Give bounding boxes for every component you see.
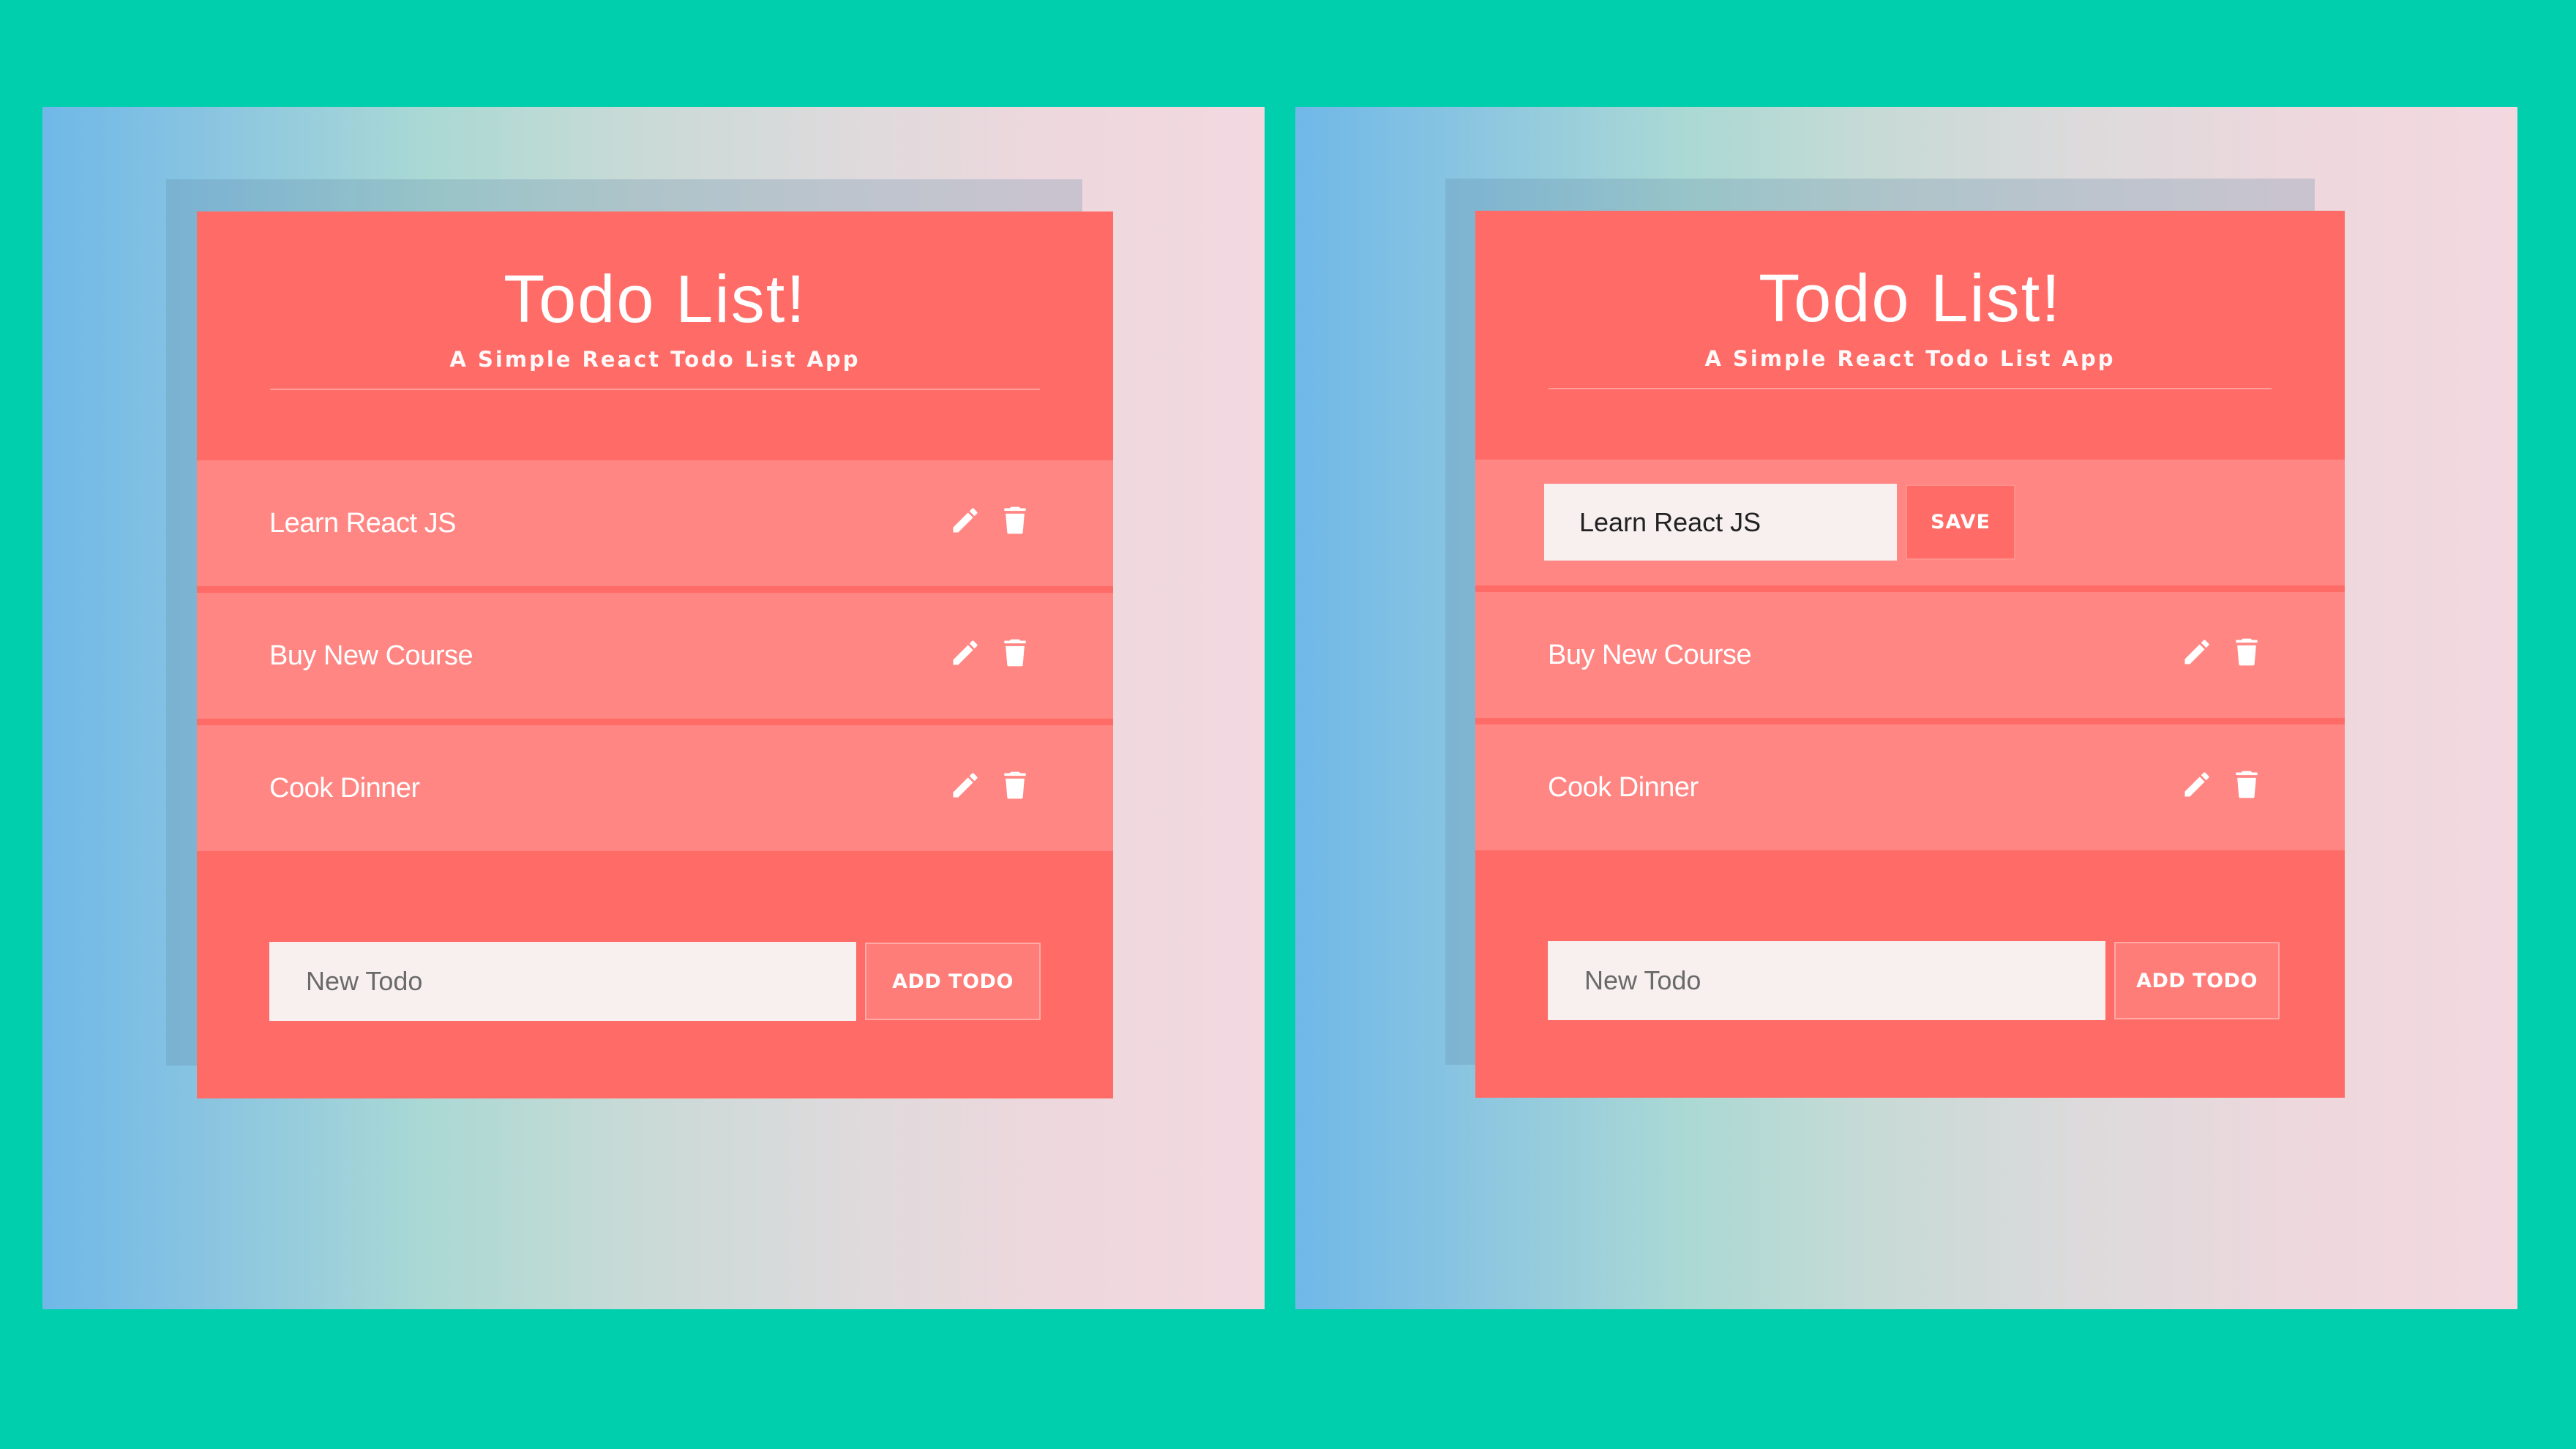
- pencil-icon[interactable]: [2181, 634, 2213, 670]
- pencil-icon[interactable]: [949, 635, 981, 670]
- page-title: Todo List!: [503, 262, 806, 337]
- pencil-icon[interactable]: [949, 768, 981, 803]
- todo-actions: [2181, 634, 2263, 670]
- new-todo-form: ADD TODO: [1548, 941, 2280, 1020]
- pencil-icon[interactable]: [949, 503, 981, 538]
- todo-item-editing: SAVE: [1475, 460, 2345, 585]
- todo-text: Cook Dinner: [1548, 771, 1699, 803]
- card-header: Todo List! A Simple React Todo List App: [1475, 211, 2345, 460]
- todo-item: Buy New Course: [1475, 592, 2345, 718]
- todo-actions: [949, 635, 1031, 670]
- todo-item: Cook Dinner: [1475, 724, 2345, 850]
- pencil-icon[interactable]: [2181, 767, 2213, 802]
- todo-item: Learn React JS: [197, 460, 1113, 586]
- todo-actions: [949, 503, 1031, 538]
- save-button[interactable]: SAVE: [1906, 484, 2015, 560]
- trash-icon[interactable]: [2231, 767, 2263, 802]
- trash-icon[interactable]: [2231, 634, 2263, 670]
- todo-text: Cook Dinner: [269, 772, 420, 804]
- screen-left: Todo List! A Simple React Todo List App …: [42, 107, 1265, 1309]
- header-divider: [270, 389, 1040, 390]
- new-todo-input[interactable]: [269, 942, 856, 1021]
- todo-item: Cook Dinner: [197, 725, 1113, 851]
- card-header: Todo List! A Simple React Todo List App: [197, 211, 1113, 460]
- trash-icon[interactable]: [999, 503, 1031, 538]
- todo-actions: [949, 768, 1031, 803]
- screen-right: Todo List! A Simple React Todo List App …: [1295, 107, 2517, 1309]
- todo-text: Buy New Course: [1548, 639, 1752, 670]
- add-todo-button[interactable]: ADD TODO: [865, 943, 1041, 1020]
- todo-card: Todo List! A Simple React Todo List App …: [1475, 211, 2345, 1098]
- todo-card: Todo List! A Simple React Todo List App …: [197, 211, 1113, 1098]
- page-title: Todo List!: [1759, 261, 2062, 336]
- todo-text: Learn React JS: [269, 507, 456, 539]
- header-divider: [1549, 388, 2272, 389]
- page-subtitle: A Simple React Todo List App: [1704, 346, 2116, 371]
- todo-list: Learn React JS Buy New Course Cook Dinne…: [197, 460, 1113, 851]
- add-todo-button[interactable]: ADD TODO: [2114, 942, 2280, 1019]
- todo-list: SAVE Buy New Course Cook Dinner: [1475, 460, 2345, 850]
- edit-todo-input[interactable]: [1544, 484, 1897, 561]
- todo-item: Buy New Course: [197, 593, 1113, 719]
- trash-icon[interactable]: [999, 768, 1031, 803]
- new-todo-input[interactable]: [1548, 941, 2105, 1020]
- page-subtitle: A Simple React Todo List App: [449, 347, 861, 372]
- new-todo-form: ADD TODO: [269, 942, 1041, 1021]
- todo-text: Buy New Course: [269, 640, 473, 671]
- edit-todo-form: SAVE: [1544, 484, 2015, 561]
- todo-actions: [2181, 767, 2263, 802]
- trash-icon[interactable]: [999, 635, 1031, 670]
